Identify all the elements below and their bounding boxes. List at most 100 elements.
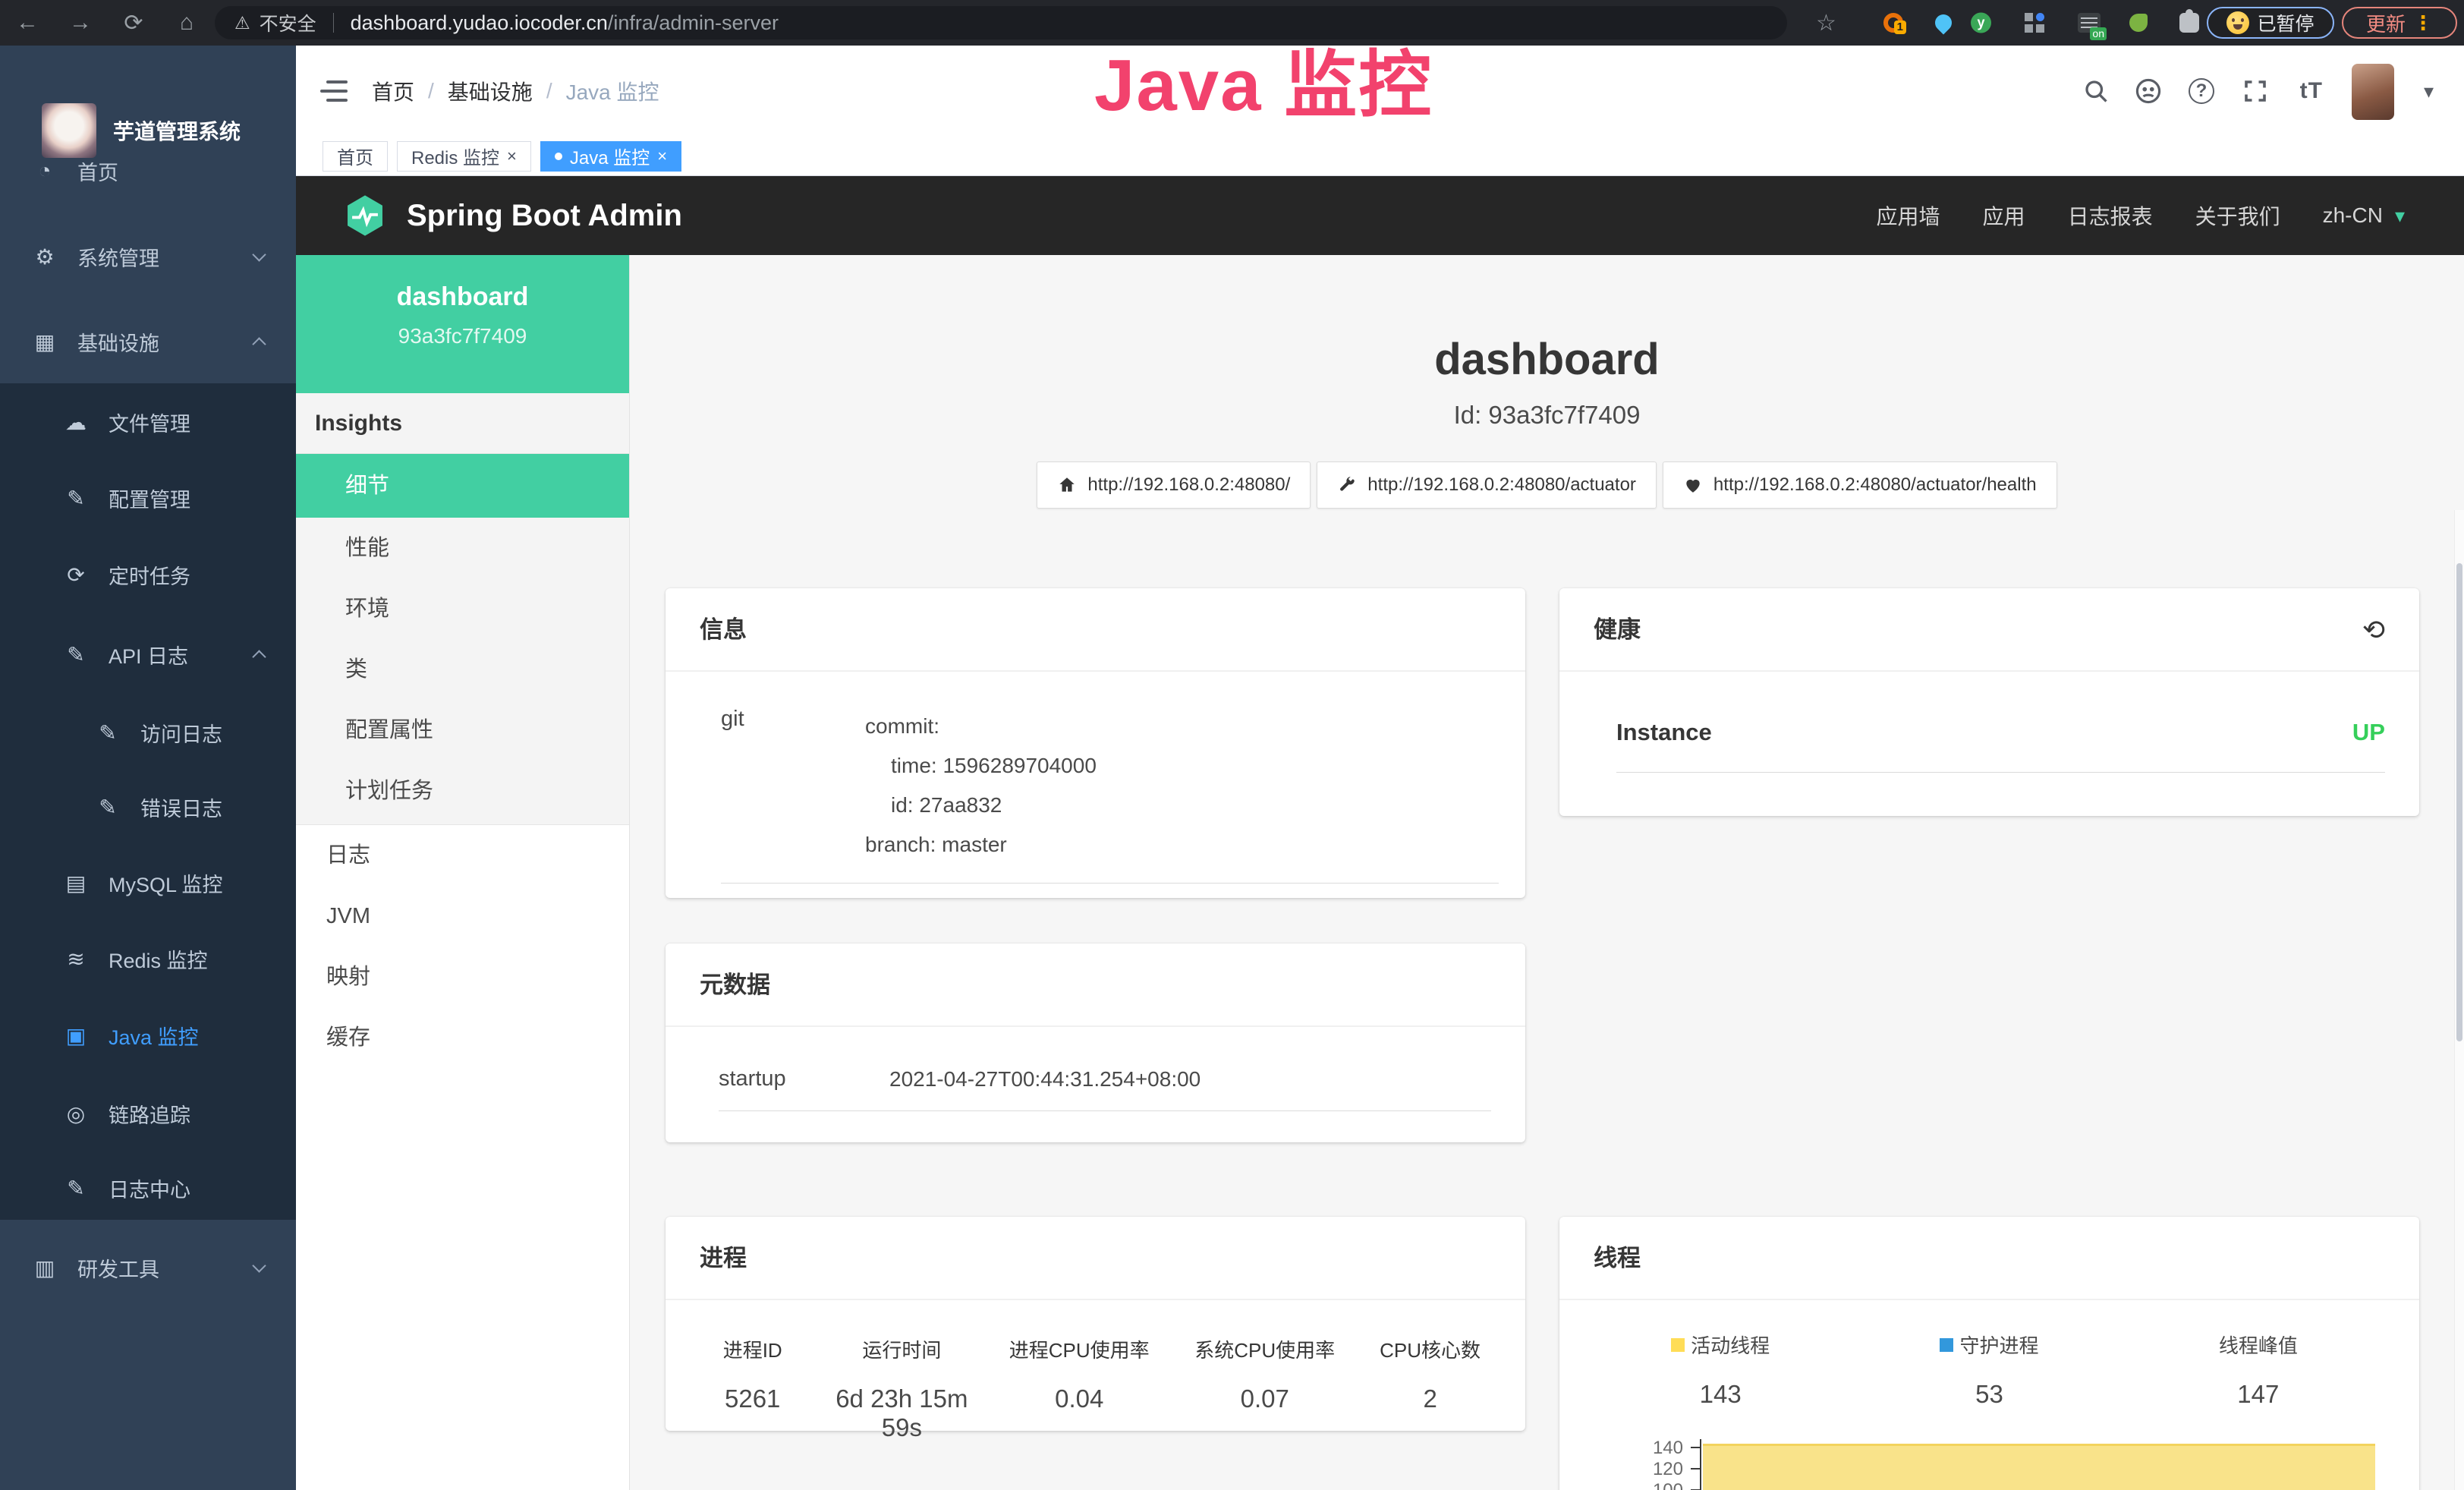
nav-journal[interactable]: 日志报表 xyxy=(2068,200,2153,231)
extension-grid-icon[interactable] xyxy=(2025,13,2044,33)
card-body: startup 2021-04-27T00:44:31.254+08:00 xyxy=(666,1027,1525,1111)
tab-redis[interactable]: Redis 监控 × xyxy=(397,141,531,172)
update-button[interactable]: 更新 xyxy=(2342,7,2457,39)
service-url-button[interactable]: http://192.168.0.2:48080/ xyxy=(1037,461,1311,509)
sidebar-item-dev-tools[interactable]: 研发工具 xyxy=(0,1239,296,1296)
nav-wall[interactable]: 应用墙 xyxy=(1877,200,1940,231)
page-subtitle: Id: 93a3fc7f7409 xyxy=(630,401,2464,430)
user-avatar[interactable] xyxy=(2352,64,2394,120)
history-icon[interactable] xyxy=(2362,588,2385,672)
card-title: 进程 xyxy=(666,1217,1525,1300)
page-title: dashboard xyxy=(630,334,2464,385)
extension-y-icon[interactable]: y xyxy=(1971,13,1991,33)
tag-view-bar: 首页 Redis 监控 × Java 监控 × xyxy=(296,137,2464,176)
extensions-puzzle-icon[interactable] xyxy=(2179,13,2199,33)
content-scrollbar[interactable] xyxy=(2454,510,2464,1490)
health-url: http://192.168.0.2:48080/actuator/health xyxy=(1713,474,2037,496)
sidebar-item-trace[interactable]: 链路追踪 xyxy=(0,1085,296,1142)
sidebar-item-mysql[interactable]: MySQL 监控 xyxy=(0,854,296,912)
paused-chip[interactable]: 已暂停 xyxy=(2207,7,2334,39)
caret-down-icon[interactable] xyxy=(2424,46,2434,137)
extension-leaf-icon[interactable] xyxy=(2129,14,2148,32)
breadcrumb-infra[interactable]: 基础设施 xyxy=(448,76,533,106)
side-item-scheduled-tasks[interactable]: 计划任务 xyxy=(296,761,629,821)
sidebar-item-label: 首页 xyxy=(77,156,118,186)
legend-value: 143 xyxy=(1586,1380,1855,1409)
column-header: 进程CPU使用率 xyxy=(990,1335,1168,1363)
health-row[interactable]: Instance UP xyxy=(1616,719,2385,773)
caret-down-icon[interactable] xyxy=(2395,204,2405,228)
nav-about[interactable]: 关于我们 xyxy=(2195,200,2280,231)
sidebar-item-label: 配置管理 xyxy=(109,484,190,513)
github-icon[interactable] xyxy=(2134,46,2163,137)
sidebar-item-config[interactable]: 配置管理 xyxy=(0,469,296,527)
edit-icon xyxy=(63,486,89,511)
instance-id: 93a3fc7f7409 xyxy=(296,324,629,348)
address-bar[interactable]: 不安全 dashboard.yudao.iocoder.cn/infra/adm… xyxy=(215,6,1787,39)
sba-navbar: Spring Boot Admin 应用墙 应用 日志报表 关于我们 zh-CN xyxy=(296,176,2464,255)
close-icon[interactable]: × xyxy=(657,146,667,166)
git-time-line: time: 1596289704000 xyxy=(865,746,1499,786)
breadcrumb-home[interactable]: 首页 xyxy=(372,76,414,106)
help-icon[interactable] xyxy=(2189,46,2214,137)
info-value: commit: time: 1596289704000 id: 27aa832 … xyxy=(865,707,1499,865)
sidebar-item-redis[interactable]: Redis 监控 xyxy=(0,930,296,988)
extension-list-icon[interactable]: on xyxy=(2078,13,2101,33)
sidebar-item-access-log[interactable]: 访问日志 xyxy=(0,704,296,761)
side-item-mappings[interactable]: 映射 xyxy=(296,947,629,1007)
side-item-environment[interactable]: 环境 xyxy=(296,578,629,639)
security-label[interactable]: 不安全 xyxy=(260,9,316,36)
sidebar-item-error-log[interactable]: 错误日志 xyxy=(0,778,296,836)
nav-applications[interactable]: 应用 xyxy=(1983,200,2025,231)
scrollbar-thumb[interactable] xyxy=(2456,563,2462,1041)
sidebar-item-log-center[interactable]: 日志中心 xyxy=(0,1159,296,1217)
threads-chart: 140 120 100 xyxy=(1586,1436,2393,1490)
process-col-pid: 进程ID 5261 xyxy=(692,1335,813,1442)
actuator-url-button[interactable]: http://192.168.0.2:48080/actuator xyxy=(1317,461,1657,509)
sidebar-item-infra[interactable]: 基础设施 xyxy=(0,313,296,370)
side-item-details[interactable]: 细节 xyxy=(296,454,629,518)
metadata-key: startup xyxy=(719,1066,889,1092)
y-tick: 140 xyxy=(1586,1438,1683,1459)
hamburger-icon[interactable] xyxy=(320,80,348,102)
sidebar-item-java[interactable]: Java 监控 xyxy=(0,1006,296,1064)
tab-home[interactable]: 首页 xyxy=(323,141,388,172)
home-icon xyxy=(1057,475,1077,495)
search-icon[interactable] xyxy=(2082,46,2110,137)
back-icon[interactable] xyxy=(11,0,44,46)
divider xyxy=(333,13,334,33)
active-threads-area xyxy=(1703,1444,2375,1490)
sidebar-item-home[interactable]: 首页 xyxy=(0,142,296,200)
fullscreen-icon[interactable] xyxy=(2242,46,2269,137)
sidebar-item-job[interactable]: 定时任务 xyxy=(0,546,296,603)
sidebar-item-system[interactable]: 系统管理 xyxy=(0,228,296,285)
side-item-caches[interactable]: 缓存 xyxy=(296,1007,629,1068)
locale-select[interactable]: zh-CN xyxy=(2323,203,2383,228)
extension-ring-icon[interactable]: 1 xyxy=(1883,13,1903,33)
side-item-config-props[interactable]: 配置属性 xyxy=(296,700,629,761)
sidebar-item-label: 文件管理 xyxy=(109,408,190,437)
side-item-performance[interactable]: 性能 xyxy=(296,518,629,578)
health-url-button[interactable]: http://192.168.0.2:48080/actuator/health xyxy=(1663,461,2057,509)
monitor-icon xyxy=(32,329,58,354)
url-host: dashboard.yudao.iocoder.cn xyxy=(351,11,608,35)
bookmark-star-icon[interactable] xyxy=(1816,0,1836,46)
tab-java[interactable]: Java 监控 × xyxy=(540,141,681,172)
side-item-classes[interactable]: 类 xyxy=(296,639,629,700)
font-size-icon[interactable] xyxy=(2300,46,2323,137)
breadcrumb-current: Java 监控 xyxy=(566,76,659,106)
sidebar-item-file[interactable]: 文件管理 xyxy=(0,393,296,451)
side-item-logs[interactable]: 日志 xyxy=(296,825,629,886)
home-icon[interactable] xyxy=(170,0,203,46)
extension-pin-icon[interactable] xyxy=(1931,11,1955,34)
legend-swatch-blue xyxy=(1940,1338,1953,1352)
forward-icon[interactable] xyxy=(64,0,97,46)
reload-icon[interactable] xyxy=(117,0,150,46)
active-dot xyxy=(555,153,562,160)
legend-value: 147 xyxy=(2124,1380,2393,1409)
sidebar-item-api-log[interactable]: API 日志 xyxy=(0,625,296,683)
kebab-menu-icon[interactable] xyxy=(2413,11,2433,35)
sidebar-item-label: 基础设施 xyxy=(77,327,159,357)
side-item-jvm[interactable]: JVM xyxy=(296,886,629,947)
close-icon[interactable]: × xyxy=(507,146,517,166)
